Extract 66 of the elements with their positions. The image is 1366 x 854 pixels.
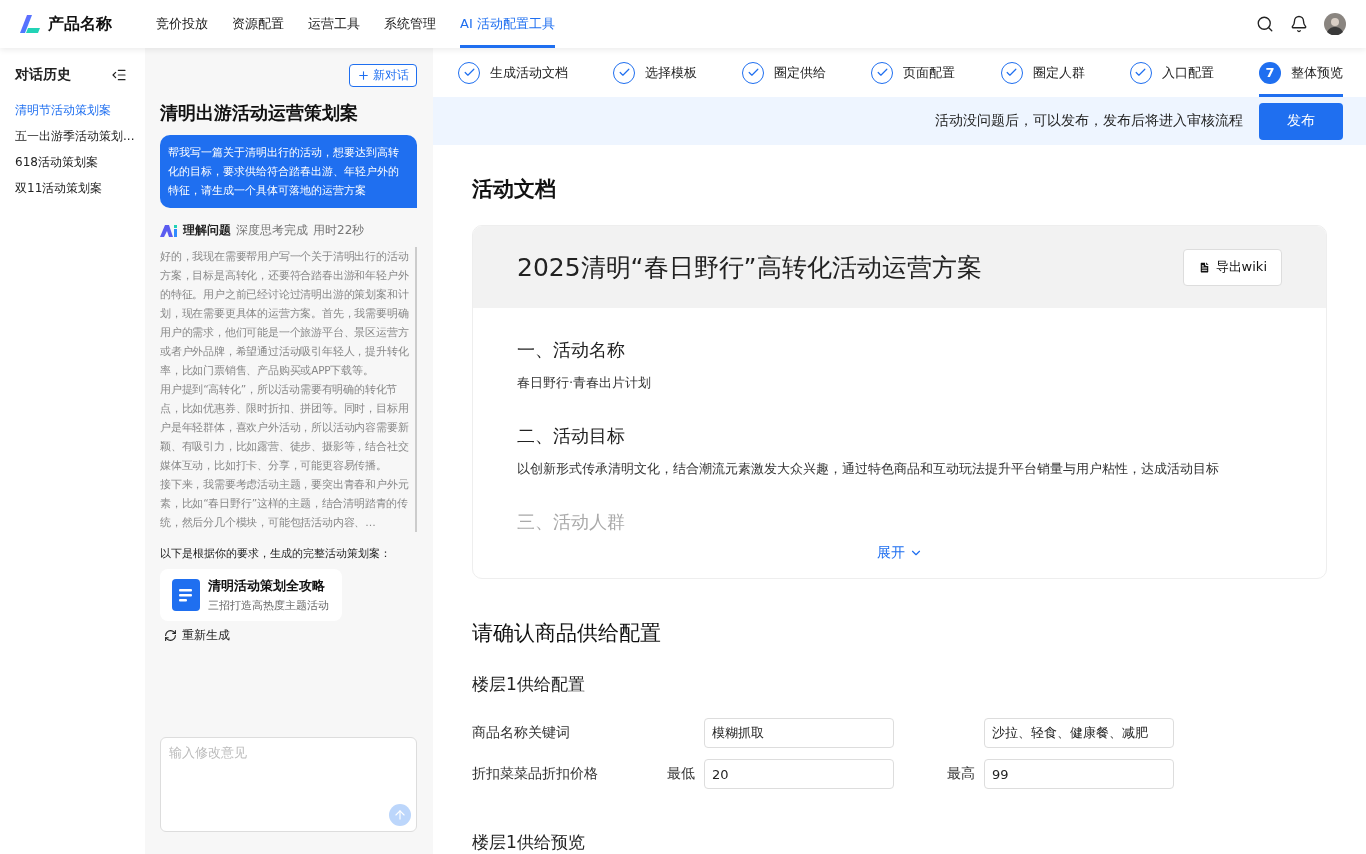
field-label: 商品名称关键词	[472, 724, 571, 742]
plus-icon	[357, 69, 370, 82]
avatar[interactable]	[1324, 13, 1346, 35]
thinking-paragraph: 用户提到“高转化”，所以活动需要有明确的转化节点，比如优惠券、限时折扣、拼团等。同时，目标用户是年轻群体，喜欢户外活动，所以活动内容需要新颖、有吸引力，比如露营、徒步、摄影等，结合社交媒体互动，比如打卡、分享，可能更容易传播。	[160, 382, 410, 473]
nav-tab[interactable]: 资源配置	[232, 0, 284, 48]
collapse-icon[interactable]	[111, 67, 127, 83]
history-item[interactable]: 五一出游季活动策划...	[15, 128, 145, 144]
step-tab[interactable]: 生成活动文档	[458, 48, 568, 98]
plan-section-heading: 三、活动人群	[517, 510, 626, 534]
input-field[interactable]: 沙拉、轻食、健康餐、减肥	[984, 718, 1174, 748]
step-tab[interactable]: 选择模板	[613, 48, 698, 98]
thinking-label: 理解问题	[183, 222, 231, 239]
new-chat-button[interactable]: 新对话	[349, 64, 417, 87]
nav-tab[interactable]: 运营工具	[308, 0, 360, 48]
nav-tab[interactable]: 竞价投放	[156, 0, 208, 48]
nav-tab[interactable]: AI 活动配置工具	[460, 0, 555, 48]
history-item[interactable]: 清明节活动策划案	[15, 102, 145, 118]
history-item[interactable]: 双11活动策划案	[15, 180, 145, 196]
input-field[interactable]: 99	[984, 759, 1174, 789]
export-button[interactable]: 导出wiki	[1182, 248, 1282, 286]
document-subtitle: 三招打造高热度主题活动	[208, 598, 329, 613]
thinking-status: 深度思考完成	[236, 222, 308, 239]
step-tab[interactable]: 圈定人群	[1000, 48, 1085, 98]
input-field[interactable]: 模糊抓取	[704, 718, 894, 748]
regenerate-button[interactable]: 重新生成	[160, 627, 234, 644]
history-title: 对话历史	[15, 66, 71, 84]
plan-section-text: 春日野行·青春出片计划	[517, 374, 653, 392]
document-icon	[1197, 260, 1211, 274]
document-title: 清明活动策划全攻略	[208, 577, 326, 595]
thinking-paragraph: 好的，我现在需要帮用户写一个关于清明出行的活动方案，目标是高转化，还要符合踏春出游和年轻户外的特征。用户之前已经讨论过清明出游的策划案和计划，现在需要更具体的运营方案。首先，我需要明确用户的需求，他们可能是一个旅游平台、景区运营方或者户外品牌，希望通过活动吸引年轻人，提升转化率，比如门票销售、产品购买或APP下载等。	[160, 249, 410, 378]
section-heading: 活动文档	[472, 176, 557, 203]
nav-tab[interactable]: 系统管理	[384, 0, 436, 48]
feedback-field[interactable]: 输入修改意见	[160, 737, 417, 832]
product-name: 产品名称	[48, 13, 112, 35]
thinking-duration: 用时22秒	[313, 222, 365, 239]
step-number: 7	[1258, 61, 1281, 84]
plan-section-text: 以创新形式传承清明文化，结合潮流元素激发大众兴趣，通过特色商品和互动玩法提升平台销量与用户粘性，达成活动目标	[517, 460, 1220, 478]
input-field[interactable]: 20	[704, 759, 894, 789]
section-heading: 请确认商品供给配置	[472, 620, 662, 647]
floor-heading: 楼层1供给预览	[472, 831, 586, 854]
arrow-up-icon	[393, 808, 407, 822]
document-icon	[172, 579, 200, 611]
logo-icon	[20, 15, 40, 33]
floor-heading: 楼层1供给配置	[472, 673, 586, 696]
publish-button[interactable]: 发布	[1259, 102, 1343, 140]
history-item[interactable]: 618活动策划案	[15, 154, 145, 170]
chat-title: 清明出游活动运营策划案	[160, 101, 359, 125]
step-tab[interactable]: 圈定供给	[742, 48, 827, 98]
field-prefix: 最高	[947, 765, 975, 783]
plan-section-heading: 一、活动名称	[517, 338, 626, 362]
step-tab[interactable]: 入口配置	[1129, 48, 1214, 98]
plan-section-heading: 二、活动目标	[517, 424, 626, 448]
field-label: 折扣菜菜品折扣价格	[472, 765, 599, 783]
refresh-icon	[164, 629, 177, 642]
search-icon[interactable]	[1256, 15, 1274, 33]
result-intro: 以下是根据你的要求，生成的完整活动策划案：	[160, 546, 392, 561]
plan-title: 2025清明“春日野行”高转化活动运营方案	[517, 251, 982, 284]
expand-link[interactable]: 展开	[517, 544, 1282, 562]
step-tab[interactable]: 页面配置	[871, 48, 956, 98]
notice-text: 活动没问题后，可以发布，发布后将进入审核流程	[935, 112, 1243, 131]
user-message: 帮我写一篇关于清明出行的活动，想要达到高转化的目标，要求供给符合踏春出游、年轻户外的特征，请生成一个具体可落地的运营方案	[160, 135, 417, 208]
thinking-paragraph: 接下来，我需要考虑活动主题，要突出青春和户外元素，比如“春日野行”这样的主题，结合清明踏青的传统，然后分几个模块，可能包括活动内容、…	[160, 477, 410, 530]
document-card[interactable]: 清明活动策划全攻略 三招打造高热度主题活动	[160, 569, 342, 621]
field-prefix: 最低	[667, 765, 695, 783]
ai-icon	[160, 224, 178, 237]
notification-icon[interactable]	[1290, 15, 1308, 33]
